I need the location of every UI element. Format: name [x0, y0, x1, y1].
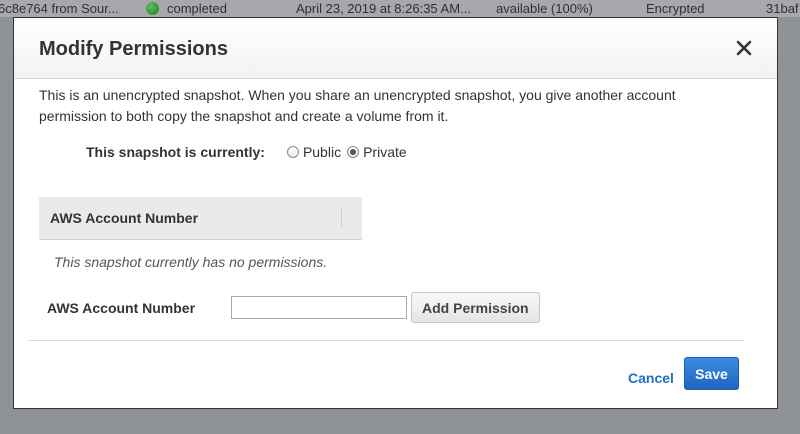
dialog-description: This is an unencrypted snapshot. When yo… — [39, 87, 676, 124]
private-radio-label: Private — [363, 144, 407, 160]
column-divider — [341, 207, 342, 227]
public-radio[interactable] — [286, 146, 299, 158]
account-number-label: AWS Account Number — [47, 299, 196, 316]
started-cell: April 23, 2019 at 8:26:35 AM... — [296, 1, 471, 16]
dialog-title: Modify Permissions — [39, 38, 228, 60]
add-permission-row: AWS Account Number Add Permission — [47, 292, 540, 323]
modify-permissions-dialog: Modify Permissions This is an unencrypte… — [13, 17, 778, 409]
snapshot-visibility-group: This snapshot is currently: Public Priva… — [86, 144, 413, 160]
private-radio[interactable] — [347, 146, 360, 158]
public-radio-label: Public — [302, 144, 342, 160]
background-table-row: 6c8e764 from Sour... completed April 23,… — [0, 0, 800, 17]
status-dot-icon — [146, 2, 159, 15]
add-permission-button[interactable]: Add Permission — [411, 292, 540, 323]
kms-key-cell: 31baf — [766, 1, 799, 16]
account-number-column-header[interactable]: AWS Account Number — [50, 210, 198, 226]
footer-divider — [29, 340, 744, 341]
close-icon[interactable] — [736, 40, 752, 56]
public-radio-option[interactable]: Public — [286, 144, 342, 160]
snapshot-description-cell: 6c8e764 from Sour... — [0, 1, 119, 16]
progress-cell: available (100%) — [496, 1, 593, 16]
status-text: completed — [167, 1, 227, 16]
visibility-label: This snapshot is currently: — [86, 144, 265, 160]
empty-permissions-message: This snapshot currently has no permissio… — [54, 254, 328, 270]
permissions-table-header: AWS Account Number — [39, 197, 362, 240]
save-button[interactable]: Save — [684, 357, 739, 390]
cancel-button[interactable]: Cancel — [628, 370, 674, 386]
account-number-input[interactable] — [231, 296, 407, 319]
status-cell: completed — [146, 0, 227, 17]
private-radio-option[interactable]: Private — [347, 144, 407, 160]
dialog-header: Modify Permissions — [14, 18, 777, 79]
encryption-cell: Encrypted — [646, 1, 705, 16]
